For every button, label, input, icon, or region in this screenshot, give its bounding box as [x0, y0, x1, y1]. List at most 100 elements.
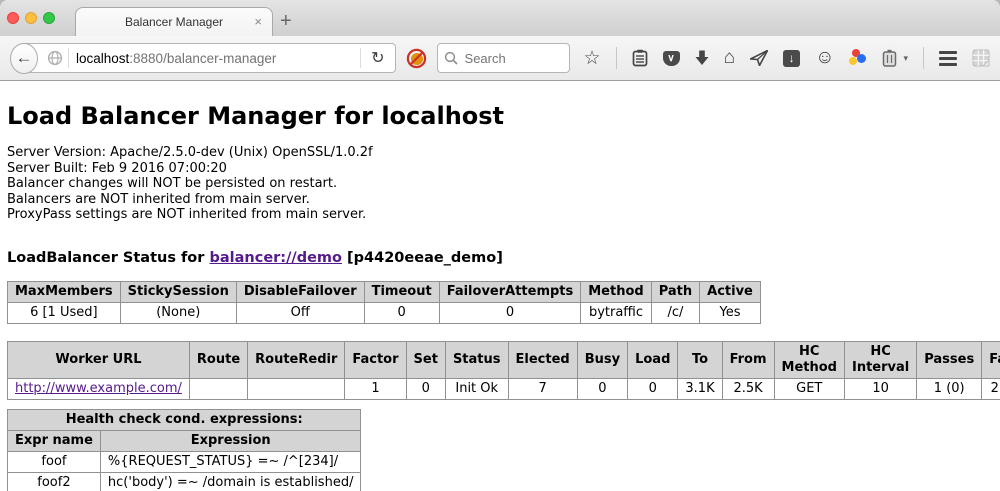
cell-failoverattempts: 0	[439, 302, 581, 323]
col-from: From	[722, 341, 774, 378]
cell-route	[189, 378, 247, 399]
colored-dots-extension-icon[interactable]	[849, 49, 867, 67]
pocket-chevron: ∨	[667, 53, 674, 64]
worker-table: Worker URL Route RouteRedir Factor Set S…	[7, 341, 1000, 400]
col-failoverattempts: FailoverAttempts	[439, 281, 581, 302]
col-hc-method: HC Method	[774, 341, 844, 378]
col-active: Active	[700, 281, 761, 302]
cell-active: Yes	[700, 302, 761, 323]
cell-to: 3.1K	[678, 378, 722, 399]
bookmark-star-icon[interactable]: ☆	[584, 47, 601, 70]
status-suffix: [p4420eeae_demo]	[342, 250, 503, 266]
col-routeredir: RouteRedir	[248, 341, 345, 378]
inherit-note-line: Balancers are NOT inherited from main se…	[7, 192, 993, 208]
search-icon	[444, 51, 458, 65]
toolbar-divider	[923, 47, 924, 69]
tab-close-icon[interactable]: ×	[254, 14, 262, 29]
col-to: To	[678, 341, 722, 378]
url-path: :8880/balancer-manager	[129, 51, 276, 66]
chevron-down-icon[interactable]: ▾	[903, 53, 908, 64]
tab-balancer-manager[interactable]: Balancer Manager ×	[75, 7, 273, 36]
col-busy: Busy	[577, 341, 627, 378]
cell-set: 0	[406, 378, 445, 399]
table-header-row: Expr name Expression	[8, 430, 361, 451]
col-fails: Fails	[982, 341, 1000, 378]
balancer-settings-table: MaxMembers StickySession DisableFailover…	[7, 281, 761, 324]
cell-expression: %{REQUEST_STATUS} =~ /^[234]/	[100, 451, 361, 472]
cell-maxmembers: 6 [1 Used]	[8, 302, 121, 323]
table-row: 6 [1 Used] (None) Off 0 0 bytraffic /c/ …	[8, 302, 761, 323]
loadbalancer-status-heading: LoadBalancer Status for balancer://demo …	[7, 250, 993, 266]
close-window-button[interactable]	[7, 12, 19, 24]
worker-row: http://www.example.com/ 1 0 Init Ok 7 0 …	[8, 378, 1000, 399]
col-timeout: Timeout	[364, 281, 439, 302]
table-header-row: Worker URL Route RouteRedir Factor Set S…	[8, 341, 1000, 378]
worker-url-link[interactable]: http://www.example.com/	[15, 381, 182, 396]
table-header-row: MaxMembers StickySession DisableFailover…	[8, 281, 761, 302]
url-divider	[68, 48, 69, 68]
col-path: Path	[651, 281, 699, 302]
cell-hc-method: GET	[774, 378, 844, 399]
page-title: Load Balancer Manager for localhost	[7, 102, 993, 130]
search-input[interactable]	[463, 50, 563, 67]
globe-icon	[47, 50, 63, 66]
cell-passes: 1 (0)	[917, 378, 982, 399]
col-maxmembers: MaxMembers	[8, 281, 121, 302]
cell-method: bytraffic	[581, 302, 651, 323]
toolbar-divider	[616, 47, 617, 69]
cell-stickysession: (None)	[120, 302, 236, 323]
col-disablefailover: DisableFailover	[236, 281, 364, 302]
back-button[interactable]: ←	[10, 43, 38, 74]
downloads-icon[interactable]	[695, 50, 709, 66]
cell-path: /c/	[651, 302, 699, 323]
send-plane-icon[interactable]	[750, 50, 768, 66]
col-passes: Passes	[917, 341, 982, 378]
url-input[interactable]: localhost:8880/balancer-manager ↻	[22, 43, 396, 73]
health-check-table: Health check cond. expressions: Expr nam…	[7, 409, 361, 491]
url-host: localhost	[76, 51, 129, 66]
col-method: Method	[581, 281, 651, 302]
col-route: Route	[189, 341, 247, 378]
pages-grid-icon[interactable]	[972, 49, 990, 67]
reload-icon[interactable]: ↻	[361, 48, 394, 68]
content-blocked-icon[interactable]	[406, 48, 427, 69]
cell-worker-url: http://www.example.com/	[8, 378, 190, 399]
cell-status: Init Ok	[445, 378, 508, 399]
balancer-demo-link[interactable]: balancer://demo	[209, 250, 342, 266]
zoom-window-button[interactable]	[43, 12, 55, 24]
cell-load: 0	[628, 378, 678, 399]
server-version-line: Server Version: Apache/2.5.0-dev (Unix) …	[7, 145, 993, 161]
emoji-extension-icon[interactable]: ☺	[815, 47, 834, 69]
col-hc-interval: HC Interval	[844, 341, 916, 378]
browser-window: Balancer Manager × + ← localhost:8880/ba…	[0, 0, 1000, 491]
table-title-row: Health check cond. expressions:	[8, 409, 361, 430]
col-status: Status	[445, 341, 508, 378]
col-factor: Factor	[345, 341, 406, 378]
minimize-window-button[interactable]	[25, 12, 37, 24]
cell-from: 2.5K	[722, 378, 774, 399]
toolbar-icons: ☆ ∨ ⌂ ↓ ☺ ▾	[584, 47, 990, 70]
bookmarks-clipboard-icon[interactable]	[632, 49, 648, 67]
nav-toolbar: ← localhost:8880/balancer-manager ↻ ☆	[0, 36, 1000, 81]
extension-download-icon[interactable]: ↓	[783, 50, 800, 67]
cell-elected: 7	[508, 378, 577, 399]
col-load: Load	[628, 341, 678, 378]
table-row: foof %{REQUEST_STATUS} =~ /^[234]/	[8, 451, 361, 472]
search-box[interactable]	[437, 43, 570, 73]
cell-disablefailover: Off	[236, 302, 364, 323]
container-extension-icon[interactable]	[882, 49, 897, 67]
cell-fails: 2 (0)	[982, 378, 1000, 399]
health-check-title: Health check cond. expressions:	[8, 409, 361, 430]
server-built-line: Server Built: Feb 9 2016 07:00:20	[7, 161, 993, 177]
status-prefix: LoadBalancer Status for	[7, 250, 209, 266]
table-row: foof2 hc('body') =~ /domain is establish…	[8, 472, 361, 491]
cell-expression: hc('body') =~ /domain is established/	[100, 472, 361, 491]
pocket-icon[interactable]: ∨	[663, 51, 680, 66]
home-icon[interactable]: ⌂	[724, 47, 735, 69]
page-content: Load Balancer Manager for localhost Serv…	[0, 102, 1000, 491]
cell-busy: 0	[577, 378, 627, 399]
tab-title: Balancer Manager	[125, 15, 223, 29]
col-expr-name: Expr name	[8, 430, 101, 451]
menu-hamburger-icon[interactable]	[939, 51, 957, 66]
new-tab-button[interactable]: +	[280, 8, 292, 34]
